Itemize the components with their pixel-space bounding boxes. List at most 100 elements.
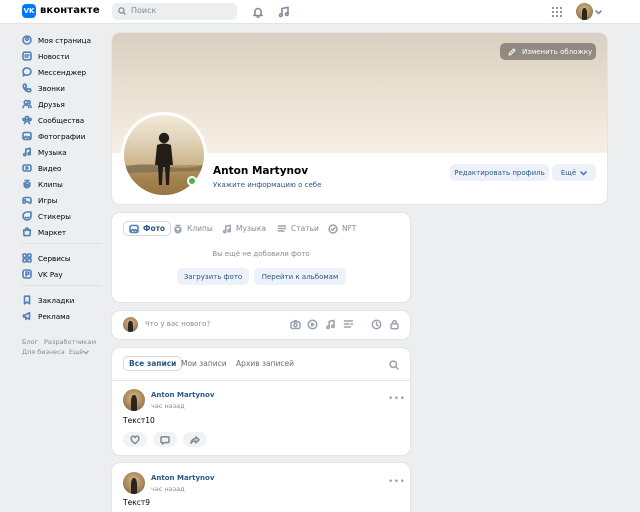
top-bar: VK вконтакте Поиск	[0, 0, 640, 24]
music-note-icon[interactable]	[277, 5, 291, 19]
sidebar-item-bookmarks[interactable]: Закладки	[22, 293, 107, 307]
search-input[interactable]: Поиск	[112, 3, 237, 20]
sidebar-item-music[interactable]: Музыка	[22, 145, 107, 159]
sidebar-item-games[interactable]: Игры	[22, 193, 107, 207]
sidebar-item-label: Музыка	[38, 147, 67, 157]
tab-clips[interactable]: Клипы	[173, 221, 213, 236]
post-time[interactable]: час назад	[151, 485, 185, 493]
market-icon	[22, 227, 32, 237]
composer-placeholder[interactable]: Что у вас нового?	[145, 320, 210, 328]
sidebar-item-label: VK Pay	[38, 269, 63, 279]
tab-label: Статьи	[291, 224, 319, 233]
sidebar-item-photos[interactable]: Фотографии	[22, 129, 107, 143]
sidebar-item-friends[interactable]: Друзья	[22, 97, 107, 111]
change-cover-label: Изменить обложку	[522, 47, 593, 56]
more-button[interactable]: Ещё	[552, 164, 596, 181]
sidebar-item-video[interactable]: Видео	[22, 161, 107, 175]
lock-icon[interactable]	[389, 319, 400, 330]
footer-link-developers[interactable]: Разработчикам	[44, 338, 96, 346]
nft-icon	[328, 223, 338, 234]
tab-music[interactable]: Музыка	[222, 221, 266, 236]
sidebar-item-stickers[interactable]: Стикеры	[22, 209, 107, 223]
footer-link-business[interactable]: Для бизнеса	[22, 348, 65, 356]
sidebar-item-label: Друзья	[38, 99, 65, 109]
sidebar-item-calls[interactable]: Звонки	[22, 81, 107, 95]
sidebar-item-label: Стикеры	[38, 211, 71, 221]
avatar-silhouette	[130, 478, 138, 494]
music-icon[interactable]	[325, 319, 336, 330]
vk-logo-text[interactable]: вконтакте	[40, 5, 100, 16]
profile-info-link[interactable]: Укажите информацию о себе	[213, 181, 321, 189]
search-icon[interactable]	[389, 360, 399, 370]
comment-button[interactable]	[153, 432, 177, 447]
sidebar-item-label: Фотографии	[38, 131, 86, 141]
edit-profile-button[interactable]: Редактировать профиль	[450, 164, 549, 181]
wall-divider	[112, 380, 410, 381]
clock-icon[interactable]	[371, 319, 382, 330]
sidebar-item-news[interactable]: Новости	[22, 49, 107, 63]
article-icon	[277, 224, 287, 232]
change-cover-button[interactable]: Изменить обложку	[500, 43, 596, 60]
upload-photo-button[interactable]: Загрузить фото	[177, 268, 249, 285]
more-options-icon[interactable]: •••	[388, 394, 405, 404]
like-button[interactable]	[123, 432, 147, 447]
phone-icon	[22, 83, 32, 93]
post-text: Текст10	[123, 416, 155, 425]
heart-icon	[130, 434, 140, 444]
vk-pay-icon	[22, 269, 32, 279]
post-avatar[interactable]	[123, 472, 145, 494]
sidebar-item-vk-pay[interactable]: VK Pay	[22, 267, 107, 281]
sidebar-item-clips[interactable]: Клипы	[22, 177, 107, 191]
tab-articles[interactable]: Статьи	[277, 221, 319, 236]
tab-label: Клипы	[187, 224, 213, 233]
tab-label: Музыка	[236, 224, 266, 233]
header-avatar[interactable]	[576, 3, 593, 20]
footer-link-blog[interactable]: Блог	[22, 338, 38, 346]
sidebar-item-label: Реклама	[38, 311, 70, 321]
footer-link-more[interactable]: Ещё	[69, 348, 83, 356]
wall-tab-mine[interactable]: Мои записи	[181, 359, 227, 368]
chevron-down-icon	[580, 170, 587, 175]
sidebar-item-ads[interactable]: Реклама	[22, 309, 107, 323]
video-icon[interactable]	[307, 319, 318, 330]
tab-label: Фото	[143, 224, 166, 233]
sidebar-item-label: Клипы	[38, 179, 63, 189]
chevron-down-icon[interactable]	[595, 9, 602, 15]
search-icon	[118, 7, 126, 15]
tab-nft[interactable]: NFT	[328, 221, 356, 236]
search-placeholder: Поиск	[131, 6, 157, 15]
photo-icon	[129, 224, 139, 233]
sidebar-item-label: Закладки	[38, 295, 75, 305]
tab-photos[interactable]: Фото	[123, 221, 172, 236]
pencil-icon	[508, 48, 516, 55]
post-avatar[interactable]	[123, 389, 145, 411]
sidebar-item-messenger[interactable]: Мессенджер	[22, 65, 107, 79]
wall-tab-archive[interactable]: Архив записей	[236, 359, 294, 368]
sidebar-item-services[interactable]: Сервисы	[22, 251, 107, 265]
apps-grid-icon[interactable]	[550, 5, 564, 19]
sidebar-item-label: Сообщества	[38, 115, 85, 125]
services-icon	[22, 253, 32, 263]
go-to-albums-button[interactable]: Перейти к альбомам	[254, 268, 346, 285]
article-icon[interactable]	[343, 319, 354, 330]
post-author[interactable]: Anton Martynov	[151, 474, 214, 482]
vk-logo-icon[interactable]: VK	[22, 4, 36, 18]
wall-tab-all[interactable]: Все записи	[123, 356, 183, 371]
sidebar-item-label: Маркет	[38, 227, 67, 237]
bookmark-icon	[23, 295, 31, 305]
sidebar-item-communities[interactable]: Сообщества	[22, 113, 107, 127]
empty-photos-text: Вы ещё не добавили фото	[212, 250, 310, 258]
clips-icon	[23, 179, 31, 189]
share-button[interactable]	[183, 432, 207, 447]
sidebar-item-my-page[interactable]: Моя страница	[22, 33, 107, 47]
bell-icon[interactable]	[251, 5, 265, 19]
post-author[interactable]: Anton Martynov	[151, 391, 214, 399]
gamepad-icon	[22, 196, 32, 205]
camera-icon[interactable]	[290, 319, 301, 330]
composer-avatar	[123, 317, 138, 332]
more-button-label: Ещё	[560, 168, 577, 177]
sidebar-item-market[interactable]: Маркет	[22, 225, 107, 239]
more-options-icon[interactable]: •••	[388, 477, 405, 487]
avatar-silhouette	[128, 321, 133, 332]
post-time[interactable]: час назад	[151, 402, 185, 410]
